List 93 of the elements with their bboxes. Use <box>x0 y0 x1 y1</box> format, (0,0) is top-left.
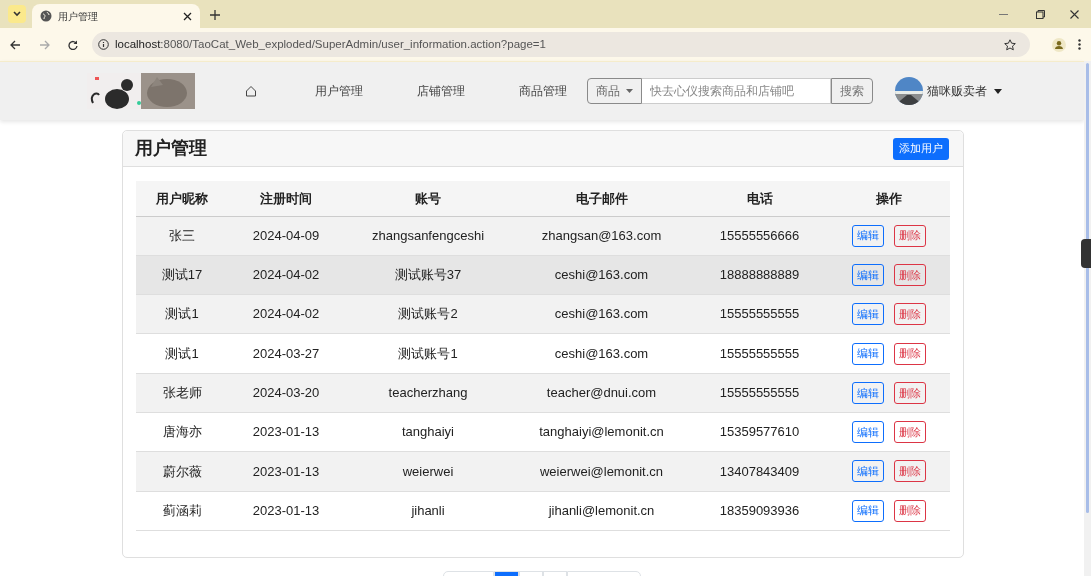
reload-icon[interactable] <box>67 39 78 50</box>
table-cell: 蔚尔薇 <box>136 451 228 492</box>
address-bar[interactable]: localhost:8080/TaoCat_Web_exploded/SuperAdmin/user_information.action?page=1 <box>91 32 1031 57</box>
new-tab-icon[interactable] <box>210 10 220 20</box>
add-user-button[interactable]: 添加用户 <box>893 137 949 160</box>
table-cell: 2024-03-20 <box>228 373 344 413</box>
table-cell: 测试账号1 <box>344 333 512 374</box>
side-handle[interactable] <box>1081 239 1091 268</box>
table-cell: 2024-03-27 <box>228 333 344 374</box>
delete-button[interactable]: 删除 <box>894 303 926 326</box>
caret-icon <box>994 88 1002 94</box>
table-cell: zhangsan@163.com <box>512 216 691 256</box>
caret-icon <box>626 89 633 93</box>
table-cell: zhangsanfengceshi <box>344 216 512 256</box>
table-cell: 2023-01-13 <box>228 451 344 492</box>
table-cell: 2024-04-02 <box>228 294 344 334</box>
table-cell: tanghaiyi@lemonit.cn <box>512 412 691 452</box>
restore-icon[interactable] <box>1036 10 1045 19</box>
table-cell: 18359093936 <box>691 491 828 531</box>
profile-icon[interactable] <box>1052 37 1066 52</box>
table-cell: tanghaiyi <box>344 412 512 452</box>
close-icon[interactable] <box>1070 10 1079 19</box>
tab-menu-button[interactable] <box>8 5 26 23</box>
globe-icon <box>40 10 52 22</box>
table-cell: 蓟涵莉 <box>136 491 228 531</box>
table-cell: 18888888889 <box>691 255 828 295</box>
info-icon[interactable] <box>97 39 109 50</box>
table-cell: 测试账号37 <box>344 255 512 295</box>
edit-button[interactable]: 编辑 <box>852 342 884 365</box>
avatar-icon <box>895 77 923 105</box>
table-cell: weierwei@lemonit.cn <box>512 451 691 492</box>
close-icon[interactable] <box>183 11 192 21</box>
delete-button[interactable]: 删除 <box>894 263 926 286</box>
edit-button[interactable]: 编辑 <box>852 381 884 404</box>
delete-button[interactable]: 删除 <box>894 499 926 522</box>
star-icon[interactable] <box>1004 38 1017 51</box>
table-cell: 张老师 <box>136 373 228 413</box>
table-cell: ceshi@163.com <box>512 294 691 334</box>
table-cell: 测试1 <box>136 294 228 334</box>
edit-button[interactable]: 编辑 <box>852 499 884 522</box>
table-cell: 15555555555 <box>691 294 828 334</box>
table-cell: ceshi@163.com <box>512 333 691 374</box>
column-header: 电子邮件 <box>512 181 691 216</box>
table-cell: 2024-04-02 <box>228 255 344 295</box>
table-cell: 15555555555 <box>691 373 828 413</box>
table-cell: 15359577610 <box>691 412 828 452</box>
table-cell: 15555556666 <box>691 216 828 256</box>
column-header: 用户昵称 <box>136 181 228 216</box>
table-cell: 测试17 <box>136 255 228 295</box>
delete-button[interactable]: 删除 <box>894 460 926 483</box>
column-header: 账号 <box>344 181 512 216</box>
table-cell: teacherzhang <box>344 373 512 413</box>
table-cell: 2024-04-09 <box>228 216 344 256</box>
table-cell: 2023-01-13 <box>228 491 344 531</box>
url-text: localhost:8080/TaoCat_Web_exploded/SuperAdmin/user_information.action?page=1 <box>114 36 547 52</box>
table-cell: jihanli@lemonit.cn <box>512 491 691 531</box>
back-arrow-icon[interactable] <box>10 39 21 50</box>
home-icon[interactable] <box>245 85 257 97</box>
nav-link[interactable]: 商品管理 <box>519 82 575 100</box>
browser-tab[interactable]: 用户管理 <box>32 4 200 28</box>
edit-button[interactable]: 编辑 <box>852 421 884 444</box>
table-cell: 15555555555 <box>691 333 828 374</box>
column-header: 注册时间 <box>228 181 344 216</box>
table-cell: weierwei <box>344 451 512 492</box>
table-cell: 测试账号2 <box>344 294 512 334</box>
table-cell: 张三 <box>136 216 228 256</box>
delete-button[interactable]: 删除 <box>894 342 926 365</box>
tab-title: 用户管理 <box>58 9 99 24</box>
column-header: 电话 <box>691 181 828 216</box>
table-cell: 唐海亦 <box>136 412 228 452</box>
delete-button[interactable]: 删除 <box>894 224 926 247</box>
more-icon[interactable] <box>1078 39 1081 50</box>
nav-link[interactable]: 用户管理 <box>315 82 371 100</box>
edit-button[interactable]: 编辑 <box>852 303 884 326</box>
table-cell: 13407843409 <box>691 451 828 492</box>
chevron-down-icon <box>13 11 21 17</box>
edit-button[interactable]: 编辑 <box>852 263 884 286</box>
table-cell: 2023-01-13 <box>228 412 344 452</box>
edit-button[interactable]: 编辑 <box>852 224 884 247</box>
edit-button[interactable]: 编辑 <box>852 460 884 483</box>
nav-link[interactable]: 店铺管理 <box>417 82 473 100</box>
search-field[interactable]: 快去心仪搜索商品和店铺吧 <box>642 78 831 104</box>
card-title: 用户管理 <box>135 137 207 160</box>
column-header: 操作 <box>828 181 950 216</box>
delete-button[interactable]: 删除 <box>894 381 926 404</box>
table-cell: jihanli <box>344 491 512 531</box>
table-cell: ceshi@163.com <box>512 255 691 295</box>
user-menu[interactable]: 猫咪贩卖者 <box>895 77 1002 105</box>
search-button[interactable]: 搜索 <box>831 78 873 104</box>
table-cell: 测试1 <box>136 333 228 374</box>
delete-button[interactable]: 删除 <box>894 421 926 444</box>
category-dropdown[interactable]: 商品 <box>587 78 642 104</box>
table-cell: teacher@dnui.com <box>512 373 691 413</box>
